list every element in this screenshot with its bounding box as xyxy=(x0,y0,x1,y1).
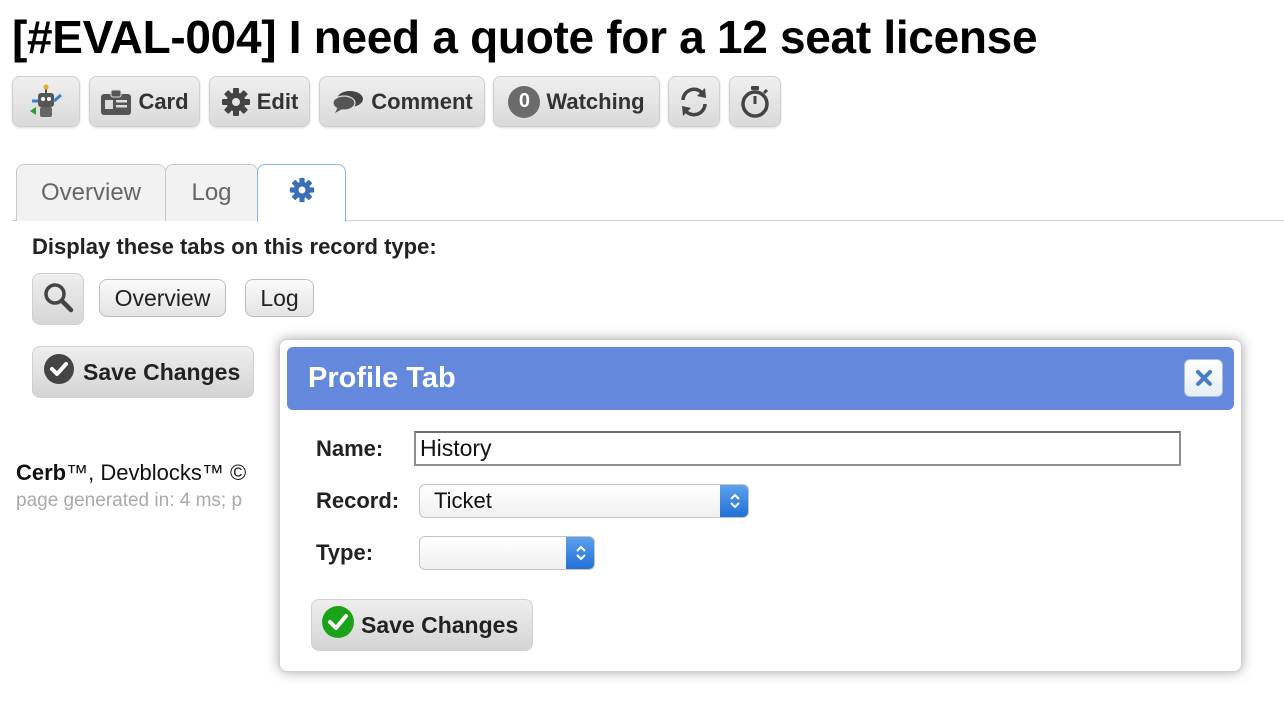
gear-icon xyxy=(221,87,251,117)
footer-copyright: Cerb™, Devblocks™ © xyxy=(16,460,246,486)
profile-tab-dialog: Profile Tab Name: Record: Ticket Type: xyxy=(279,339,1242,672)
tab-overview-label: Overview xyxy=(40,179,142,206)
record-select-value: Ticket xyxy=(434,488,492,513)
stopwatch-icon xyxy=(739,85,771,119)
edit-button[interactable]: Edit xyxy=(209,76,310,127)
select-arrows-icon xyxy=(566,537,594,569)
footer-stats: page generated in: 4 ms; p xyxy=(16,490,243,511)
close-icon xyxy=(1195,362,1213,395)
tab-chip-overview[interactable]: Overview xyxy=(99,279,226,317)
comment-button[interactable]: Comment xyxy=(319,76,485,127)
time-tracking-button[interactable] xyxy=(729,76,781,127)
check-circle-icon xyxy=(43,353,75,391)
tab-overview[interactable]: Overview xyxy=(16,164,166,221)
refresh-icon xyxy=(677,85,711,119)
select-arrows-icon xyxy=(720,485,748,517)
refresh-button[interactable] xyxy=(668,76,720,127)
save-changes-label: Save Changes xyxy=(83,358,241,385)
footer-brand: Cerb xyxy=(16,460,67,485)
comment-icon xyxy=(331,89,365,115)
dialog-header: Profile Tab xyxy=(287,347,1234,410)
tabs-prompt: Display these tabs on this record type: xyxy=(32,234,437,259)
tab-chip-log[interactable]: Log xyxy=(245,279,314,317)
check-circle-icon xyxy=(321,605,355,645)
record-label: Record: xyxy=(316,488,400,513)
dialog-save-button[interactable]: Save Changes xyxy=(311,599,533,651)
bot-button[interactable] xyxy=(12,76,80,127)
tab-settings[interactable] xyxy=(257,164,346,222)
tab-chip-label: Overview xyxy=(114,284,211,311)
save-changes-button[interactable]: Save Changes xyxy=(32,346,254,398)
search-tabs-button[interactable] xyxy=(32,273,84,325)
footer-copyright-text: ™, Devblocks™ © xyxy=(66,460,247,485)
type-select[interactable] xyxy=(419,536,595,570)
name-label: Name: xyxy=(316,436,384,461)
dialog-save-label: Save Changes xyxy=(361,611,519,638)
tab-chip-label: Log xyxy=(260,284,299,311)
bot-icon xyxy=(26,83,66,121)
watcher-count-badge: 0 xyxy=(508,85,541,118)
card-icon xyxy=(100,88,132,116)
tab-log-label: Log xyxy=(191,179,232,206)
tab-log[interactable]: Log xyxy=(165,164,258,221)
record-select[interactable]: Ticket xyxy=(419,484,749,518)
comment-label: Comment xyxy=(371,88,473,114)
dialog-close-button[interactable] xyxy=(1184,359,1223,397)
page-title: [#EVAL-004] I need a quote for a 12 seat… xyxy=(12,11,1038,63)
dialog-title: Profile Tab xyxy=(308,362,456,394)
watching-label: Watching xyxy=(546,88,645,114)
name-field[interactable] xyxy=(414,431,1181,466)
gear-icon xyxy=(289,177,315,210)
search-icon xyxy=(42,281,74,318)
watchers-button[interactable]: 0 Watching xyxy=(493,76,660,127)
card-button[interactable]: Card xyxy=(89,76,200,127)
card-label: Card xyxy=(138,88,189,114)
edit-label: Edit xyxy=(256,88,299,114)
type-label: Type: xyxy=(316,540,374,565)
